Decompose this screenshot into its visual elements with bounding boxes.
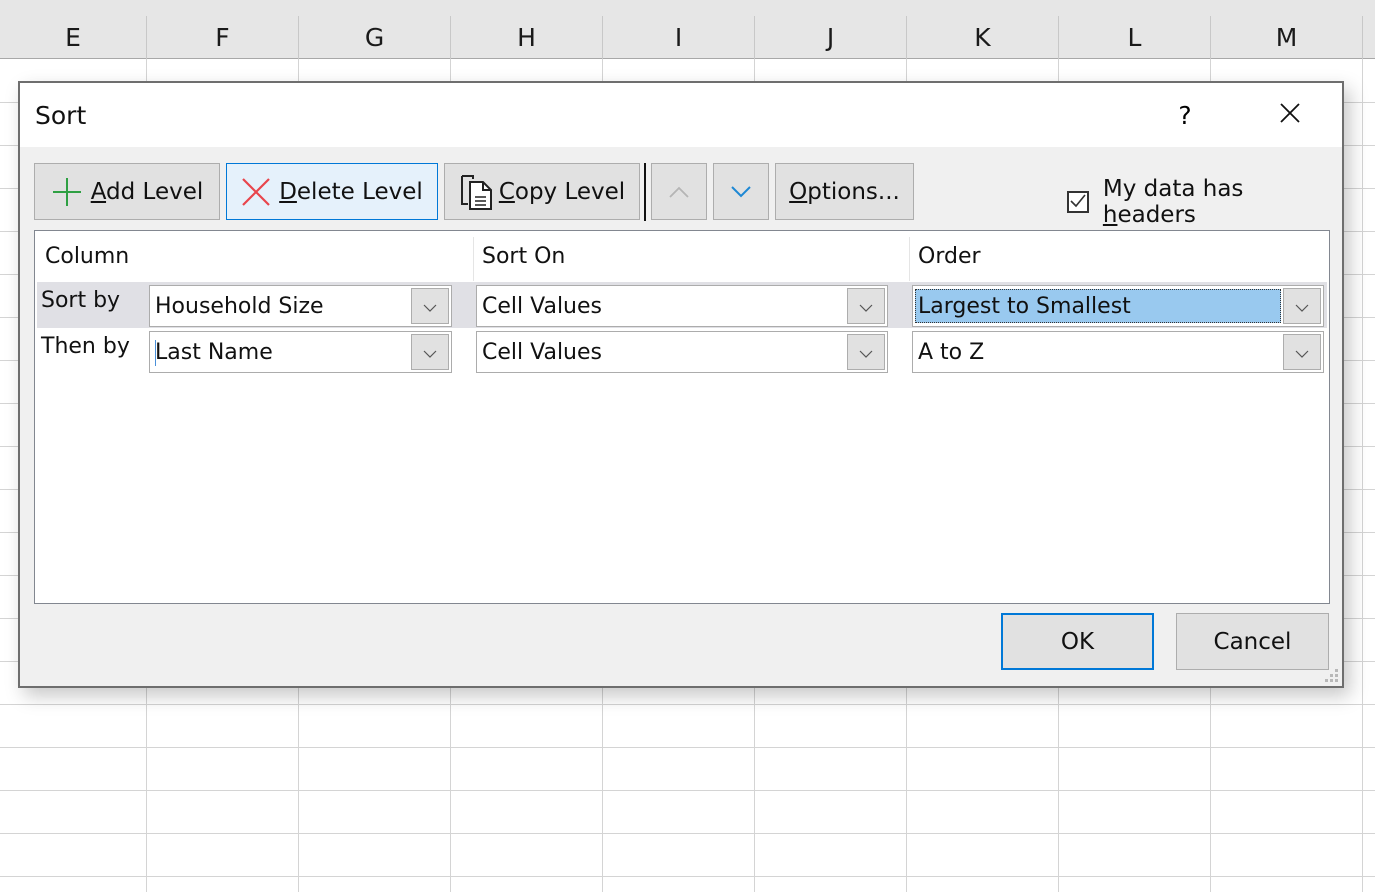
chevron-down-icon	[859, 343, 873, 362]
sort-on-combo[interactable]: Cell Values	[476, 331, 888, 373]
column-header-f[interactable]: F	[147, 16, 299, 59]
options-label: Options...	[789, 178, 900, 205]
column-header-h[interactable]: H	[451, 16, 603, 59]
chevron-down-icon	[859, 297, 873, 316]
level-label: Then by	[41, 334, 130, 359]
order-combo-value: A to Z	[918, 339, 985, 365]
sort-on-dropdown-button[interactable]	[847, 334, 885, 370]
column-combo-value: Last Name	[155, 339, 273, 365]
checkbox-label: My data has headers	[1102, 176, 1244, 228]
text-caret	[155, 340, 156, 366]
column-dropdown-button[interactable]	[411, 288, 449, 324]
copy-level-button[interactable]: Copy Level	[444, 163, 640, 220]
column-header-order: Order	[918, 243, 981, 269]
chevron-down-icon	[423, 343, 437, 362]
chevron-down-icon	[1295, 343, 1309, 362]
chevron-down-icon	[423, 297, 437, 316]
order-combo-value: Largest to Smallest	[915, 289, 1281, 323]
dialog-titlebar: Sort ?	[20, 83, 1342, 147]
move-down-button[interactable]	[713, 163, 769, 220]
grid-line	[0, 704, 1375, 705]
x-icon	[241, 177, 271, 207]
add-level-button[interactable]: Add Level	[34, 163, 220, 220]
column-header-g[interactable]: G	[299, 16, 451, 59]
cancel-button[interactable]: Cancel	[1176, 613, 1329, 670]
my-data-has-headers-checkbox[interactable]: My data has headers	[1067, 176, 1342, 228]
sort-on-dropdown-button[interactable]	[847, 288, 885, 324]
grid-line	[0, 876, 1375, 877]
options-button[interactable]: Options...	[775, 163, 914, 220]
column-header-j[interactable]: J	[755, 16, 907, 59]
order-combo[interactable]: Largest to Smallest	[912, 285, 1324, 327]
delete-level-button[interactable]: Delete Level	[226, 163, 438, 220]
sort-on-combo-value: Cell Values	[482, 293, 602, 319]
plus-icon	[51, 176, 83, 208]
sort-levels-list: Column Sort On Order Sort by Household S…	[34, 230, 1330, 604]
column-header-e[interactable]: E	[0, 16, 147, 59]
checkbox-box[interactable]	[1067, 191, 1089, 213]
chevron-down-icon	[1295, 297, 1309, 316]
grid-line	[0, 790, 1375, 791]
close-button[interactable]	[1260, 83, 1320, 147]
level-label: Sort by	[41, 288, 121, 313]
copy-level-label: Copy Level	[498, 178, 626, 205]
copy-icon	[459, 173, 497, 211]
help-button[interactable]: ?	[1160, 83, 1210, 147]
order-dropdown-button[interactable]	[1283, 334, 1321, 370]
column-combo[interactable]: Last Name	[149, 331, 452, 373]
grid-line	[0, 747, 1375, 748]
checkmark-icon	[1070, 193, 1086, 212]
resize-grip-icon[interactable]	[1324, 668, 1340, 684]
chevron-down-icon	[730, 179, 752, 205]
order-dropdown-button[interactable]	[1283, 288, 1321, 324]
column-header-sort-on: Sort On	[482, 243, 566, 269]
column-header-i[interactable]: I	[603, 16, 755, 59]
column-header-m[interactable]: M	[1211, 16, 1363, 59]
column-dropdown-button[interactable]	[411, 334, 449, 370]
chevron-up-icon	[668, 179, 690, 205]
sort-dialog: Sort ? Add Level Delete Level Copy Level…	[18, 81, 1344, 688]
sort-on-combo[interactable]: Cell Values	[476, 285, 888, 327]
grid-line	[0, 833, 1375, 834]
column-combo-value: Household Size	[155, 293, 324, 319]
column-header-k[interactable]: K	[907, 16, 1059, 59]
order-combo[interactable]: A to Z	[912, 331, 1324, 373]
column-header-column: Column	[45, 243, 130, 269]
close-icon	[1279, 102, 1301, 128]
column-header-l[interactable]: L	[1059, 16, 1211, 59]
grid-line	[1362, 59, 1363, 892]
column-combo[interactable]: Household Size	[149, 285, 452, 327]
move-up-button[interactable]	[651, 163, 707, 220]
dialog-title: Sort	[35, 101, 87, 130]
sort-on-combo-value: Cell Values	[482, 339, 602, 365]
ok-button[interactable]: OK	[1001, 613, 1154, 670]
delete-level-label: Delete Level	[279, 178, 423, 205]
toolbar-separator	[644, 163, 646, 221]
add-level-label: Add Level	[90, 178, 204, 205]
